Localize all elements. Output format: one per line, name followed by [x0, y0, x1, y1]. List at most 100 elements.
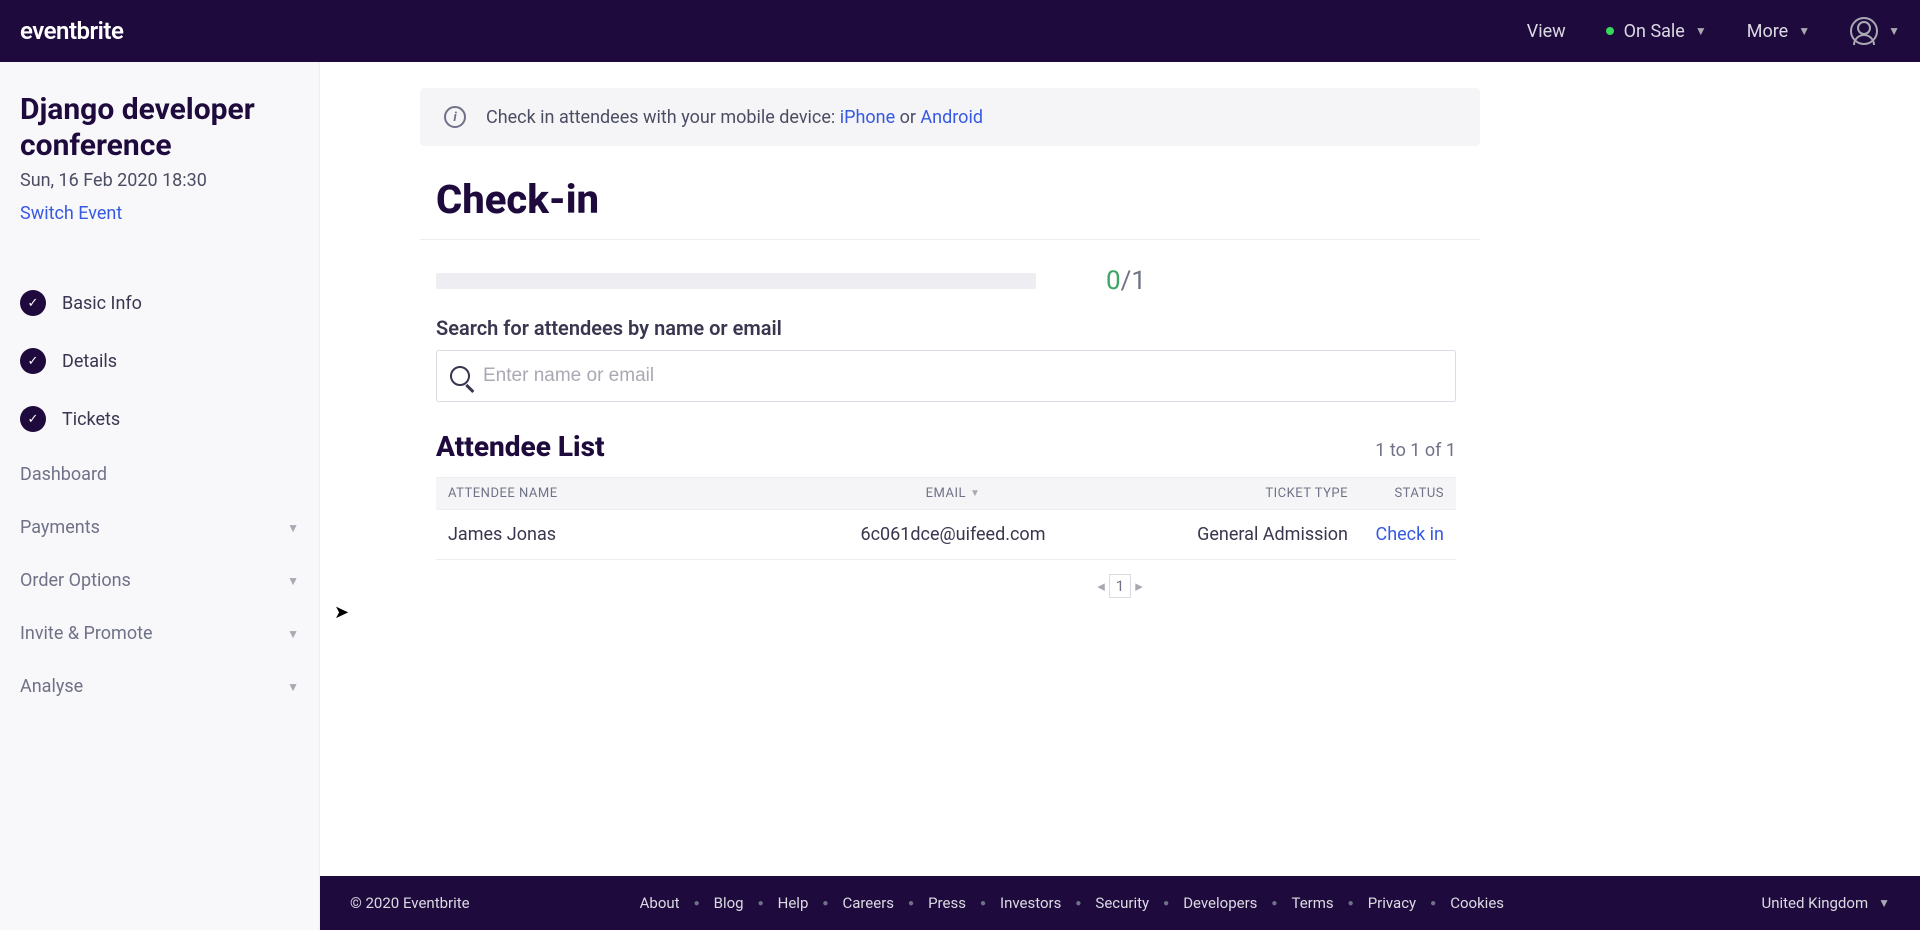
dot-sep: ● [1430, 898, 1436, 909]
chevron-down-icon: ▼ [287, 627, 299, 641]
search-icon [450, 366, 470, 386]
dot-sep: ● [758, 898, 764, 909]
sidebar-item-label: Order Options [20, 570, 131, 591]
check-icon: ✓ [20, 290, 46, 316]
dot-sep: ● [694, 898, 700, 909]
footer-help[interactable]: Help [778, 894, 809, 912]
status-dropdown[interactable]: On Sale ▼ [1606, 21, 1707, 42]
sidebar-item-payments[interactable]: Payments ▼ [0, 501, 319, 554]
event-block: Django developer conference Sun, 16 Feb … [0, 92, 319, 224]
switch-event-link[interactable]: Switch Event [20, 203, 299, 224]
user-menu[interactable]: ▼ [1850, 17, 1900, 45]
progress-bar [436, 273, 1036, 289]
progress-count: 0/1 [1106, 266, 1146, 296]
sidebar-item-tickets[interactable]: ✓ Tickets [0, 390, 319, 448]
check-icon: ✓ [20, 348, 46, 374]
logo[interactable]: eventbrite [20, 17, 123, 45]
list-header: Attendee List 1 to 1 of 1 [436, 430, 1456, 463]
chevron-down-icon: ▼ [287, 521, 299, 535]
progress-total: 1 [1131, 266, 1146, 296]
col-header-type[interactable]: TICKET TYPE [1098, 486, 1348, 501]
region-selector[interactable]: United Kingdom ▼ [1761, 894, 1890, 912]
dot-sep: ● [822, 898, 828, 909]
checkin-link[interactable]: Check in [1375, 524, 1444, 545]
footer-developers[interactable]: Developers [1183, 894, 1257, 912]
table-row: James Jonas 6c061dce@uifeed.com General … [436, 510, 1456, 560]
copyright: © 2020 Eventbrite [350, 894, 470, 912]
footer-terms[interactable]: Terms [1291, 894, 1333, 912]
chevron-down-icon: ▼ [287, 680, 299, 694]
pager: ◂ 1 ▸ [420, 574, 1820, 598]
chevron-down-icon: ▼ [287, 574, 299, 588]
pager-next-icon[interactable]: ▸ [1135, 577, 1143, 595]
banner-text: Check in attendees with your mobile devi… [486, 107, 983, 128]
footer-security[interactable]: Security [1095, 894, 1149, 912]
sidebar-item-label: Payments [20, 517, 100, 538]
sidebar-item-label: Basic Info [62, 293, 142, 314]
sidebar-item-details[interactable]: ✓ Details [0, 332, 319, 390]
col-header-status[interactable]: STATUS [1348, 486, 1444, 501]
footer-links: About ● Blog ● Help ● Careers ● Press ● Inves… [640, 894, 1504, 912]
android-link[interactable]: Android [920, 107, 983, 128]
col-header-email[interactable]: EMAIL ▼ [808, 486, 1098, 501]
iphone-link[interactable]: iPhone [840, 107, 895, 128]
dot-sep: ● [1075, 898, 1081, 909]
footer: © 2020 Eventbrite About ● Blog ● Help ● Car… [320, 876, 1920, 930]
status-dot-icon [1606, 27, 1614, 35]
sidebar-item-dashboard[interactable]: Dashboard [0, 448, 319, 501]
attendee-table: ATTENDEE NAME EMAIL ▼ TICKET TYPE STATUS… [436, 477, 1456, 560]
view-label: View [1527, 21, 1566, 42]
sidebar-item-label: Dashboard [20, 464, 107, 485]
dot-sep: ● [980, 898, 986, 909]
search-input[interactable] [436, 350, 1456, 402]
chevron-down-icon: ▼ [1888, 24, 1900, 38]
sidebar-item-label: Tickets [62, 409, 120, 430]
footer-privacy[interactable]: Privacy [1368, 894, 1416, 912]
sort-desc-icon: ▼ [970, 488, 980, 499]
footer-careers[interactable]: Careers [842, 894, 894, 912]
banner-or: or [895, 107, 920, 128]
sidebar-item-analyse[interactable]: Analyse ▼ [0, 660, 319, 713]
pager-page[interactable]: 1 [1109, 574, 1131, 598]
page-title: Check-in [436, 176, 1820, 223]
region-label: United Kingdom [1761, 894, 1868, 912]
logo-text: eventbrite [20, 17, 123, 45]
chevron-down-icon: ▼ [1798, 24, 1810, 38]
info-banner: i Check in attendees with your mobile de… [420, 88, 1480, 146]
sidebar-item-basic-info[interactable]: ✓ Basic Info [0, 274, 319, 332]
footer-blog[interactable]: Blog [714, 894, 744, 912]
col-email-label: EMAIL [926, 486, 966, 501]
more-label: More [1747, 21, 1788, 42]
check-icon: ✓ [20, 406, 46, 432]
col-header-name[interactable]: ATTENDEE NAME [448, 486, 808, 501]
cell-name: James Jonas [448, 524, 808, 545]
sidebar-item-label: Analyse [20, 676, 83, 697]
sidebar-item-invite-promote[interactable]: Invite & Promote ▼ [0, 607, 319, 660]
chevron-down-icon: ▼ [1695, 24, 1707, 38]
main-content: i Check in attendees with your mobile de… [320, 62, 1920, 930]
cell-email: 6c061dce@uifeed.com [808, 524, 1098, 545]
search-wrap [436, 350, 1456, 402]
dot-sep: ● [1348, 898, 1354, 909]
attendee-list-title: Attendee List [436, 430, 605, 463]
progress-row: 0/1 [436, 266, 1820, 296]
sidebar: Django developer conference Sun, 16 Feb … [0, 62, 320, 930]
cell-status: Check in [1348, 524, 1444, 545]
footer-cookies[interactable]: Cookies [1450, 894, 1504, 912]
pager-prev-icon[interactable]: ◂ [1097, 577, 1105, 595]
divider [420, 239, 1480, 240]
footer-press[interactable]: Press [928, 894, 966, 912]
progress-done: 0 [1106, 266, 1121, 296]
chevron-down-icon: ▼ [1878, 896, 1890, 910]
more-dropdown[interactable]: More ▼ [1747, 21, 1810, 42]
event-date: Sun, 16 Feb 2020 18:30 [20, 170, 299, 191]
info-icon: i [444, 106, 466, 128]
dot-sep: ● [1163, 898, 1169, 909]
view-link[interactable]: View [1527, 21, 1566, 42]
search-label: Search for attendees by name or email [436, 316, 1820, 340]
footer-investors[interactable]: Investors [1000, 894, 1061, 912]
dot-sep: ● [908, 898, 914, 909]
attendee-list-count: 1 to 1 of 1 [1375, 440, 1456, 461]
footer-about[interactable]: About [640, 894, 680, 912]
sidebar-item-order-options[interactable]: Order Options ▼ [0, 554, 319, 607]
